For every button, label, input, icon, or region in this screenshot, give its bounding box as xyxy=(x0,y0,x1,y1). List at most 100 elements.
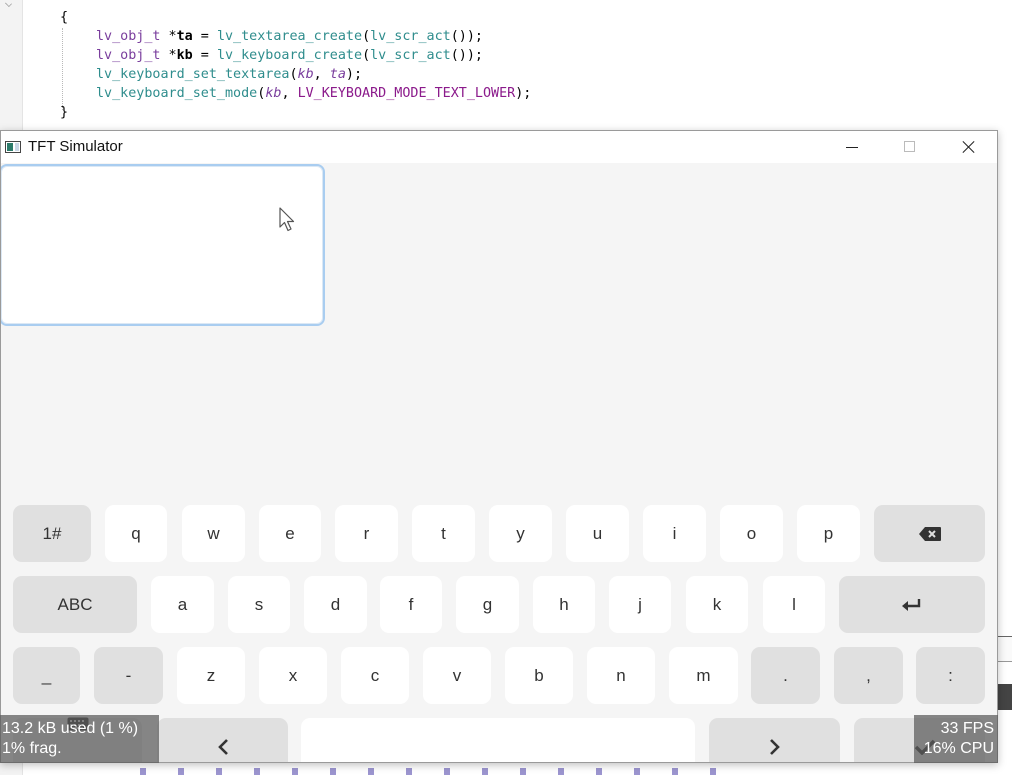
minimize-button[interactable] xyxy=(823,131,881,163)
key-label: : xyxy=(948,665,953,685)
key-w[interactable]: w xyxy=(182,505,245,562)
key-label: q xyxy=(131,523,141,543)
key-label: y xyxy=(516,523,525,543)
code-line-2: lv_obj_t *ta = lv_textarea_create(lv_scr… xyxy=(96,29,483,44)
key-label: g xyxy=(482,594,493,614)
key-t[interactable]: t xyxy=(412,505,475,562)
key-label: b xyxy=(534,665,544,685)
key-label: z xyxy=(206,665,216,685)
key-left-arrow[interactable] xyxy=(157,718,288,762)
enter-icon xyxy=(902,598,922,612)
key-label: v xyxy=(452,665,462,685)
key-label: - xyxy=(125,665,132,685)
code-line-1: { xyxy=(60,10,69,25)
backspace-icon xyxy=(918,526,941,541)
key-j[interactable]: j xyxy=(609,576,671,633)
fps-text: 33 FPS xyxy=(940,720,994,737)
background-code-fragment xyxy=(140,768,720,775)
key-label: c xyxy=(370,665,380,685)
key-label: f xyxy=(408,594,414,614)
key-enter[interactable] xyxy=(839,576,985,633)
key-x[interactable]: x xyxy=(259,647,327,704)
memory-frag-text: 1% frag. xyxy=(2,740,62,757)
key-label: , xyxy=(866,665,871,685)
background-panel-dark xyxy=(998,684,1012,710)
key-u[interactable]: u xyxy=(566,505,629,562)
fold-icon[interactable] xyxy=(5,0,12,7)
key-label: i xyxy=(672,523,677,543)
key-label: _ xyxy=(41,665,52,685)
memory-used-text: 13.2 kB used (1 %) xyxy=(2,720,139,737)
code-line-6: } xyxy=(60,105,69,120)
close-button[interactable] xyxy=(939,131,997,163)
key-symbol[interactable]: - xyxy=(94,647,163,704)
key-symbol[interactable]: , xyxy=(834,647,903,704)
maximize-button[interactable] xyxy=(881,131,939,163)
key-abc[interactable]: ABC xyxy=(13,576,137,633)
key-label: u xyxy=(592,523,603,543)
key-backspace[interactable] xyxy=(874,505,985,562)
lvgl-screen: 1# q w e r t y u i o p ABC a s d f g h j k l _ - z x c v b n m.,: xyxy=(1,163,997,762)
key-a[interactable]: a xyxy=(151,576,214,633)
key-c[interactable]: c xyxy=(341,647,409,704)
key-space[interactable] xyxy=(301,718,695,762)
key-label: o xyxy=(746,523,757,543)
key-label: h xyxy=(559,594,569,614)
key-label: t xyxy=(441,523,446,543)
key-i[interactable]: i xyxy=(643,505,706,562)
key-right-arrow[interactable] xyxy=(709,718,840,762)
key-k[interactable]: k xyxy=(686,576,748,633)
simulator-window: TFT Simulator 1# q w e r t y u i o p ABC a s d f g h j k l _ -… xyxy=(0,130,998,763)
key-b[interactable]: b xyxy=(505,647,573,704)
performance-monitor: 33 FPS 16% CPU xyxy=(914,715,998,763)
key-label: k xyxy=(712,594,722,614)
window-title: TFT Simulator xyxy=(28,138,123,155)
key-symbol[interactable]: _ xyxy=(13,647,80,704)
key-label: ABC xyxy=(57,594,93,614)
key-v[interactable]: v xyxy=(423,647,491,704)
right-arrow-icon xyxy=(769,738,781,755)
key-n[interactable]: n xyxy=(587,647,655,704)
key-o[interactable]: o xyxy=(720,505,783,562)
text-input-area[interactable] xyxy=(1,164,325,326)
key-label: m xyxy=(696,665,711,685)
key-label: e xyxy=(285,523,295,543)
key-symbol[interactable]: : xyxy=(916,647,985,704)
key-label: l xyxy=(792,594,796,614)
app-icon xyxy=(5,141,21,153)
key-h[interactable]: h xyxy=(533,576,595,633)
key-e[interactable]: e xyxy=(259,505,321,562)
key-m[interactable]: m xyxy=(669,647,738,704)
key-l[interactable]: l xyxy=(763,576,825,633)
key-label: p xyxy=(823,523,834,543)
code-line-5: lv_keyboard_set_mode(kb, LV_KEYBOARD_MOD… xyxy=(96,86,532,101)
key-label: x xyxy=(288,665,298,685)
key-q[interactable]: q xyxy=(105,505,167,562)
key-label: d xyxy=(330,594,341,614)
key-label: j xyxy=(638,594,642,614)
window-titlebar[interactable]: TFT Simulator xyxy=(1,131,997,163)
key-p[interactable]: p xyxy=(797,505,860,562)
left-arrow-icon xyxy=(217,738,229,755)
key-r[interactable]: r xyxy=(335,505,398,562)
key-s[interactable]: s xyxy=(228,576,290,633)
key-y[interactable]: y xyxy=(489,505,552,562)
key-symbol[interactable]: . xyxy=(751,647,820,704)
code-line-4: lv_keyboard_set_textarea(kb, ta); xyxy=(96,67,363,82)
key-label: . xyxy=(783,665,788,685)
code-line-3: lv_obj_t *kb = lv_keyboard_create(lv_scr… xyxy=(96,48,483,63)
key-label: a xyxy=(177,594,188,614)
key-z[interactable]: z xyxy=(177,647,245,704)
cpu-text: 16% CPU xyxy=(923,740,994,757)
key-label: n xyxy=(616,665,626,685)
key-symbol[interactable]: 1# xyxy=(13,505,91,562)
key-label: s xyxy=(254,594,264,614)
key-label: w xyxy=(207,523,220,543)
key-f[interactable]: f xyxy=(380,576,442,633)
key-d[interactable]: d xyxy=(304,576,367,633)
key-g[interactable]: g xyxy=(456,576,519,633)
key-label: r xyxy=(363,523,370,543)
memory-monitor: 13.2 kB used (1 %) 1% frag. xyxy=(0,715,159,763)
background-panel-edge xyxy=(998,636,1012,662)
mouse-pointer-icon xyxy=(279,207,295,232)
